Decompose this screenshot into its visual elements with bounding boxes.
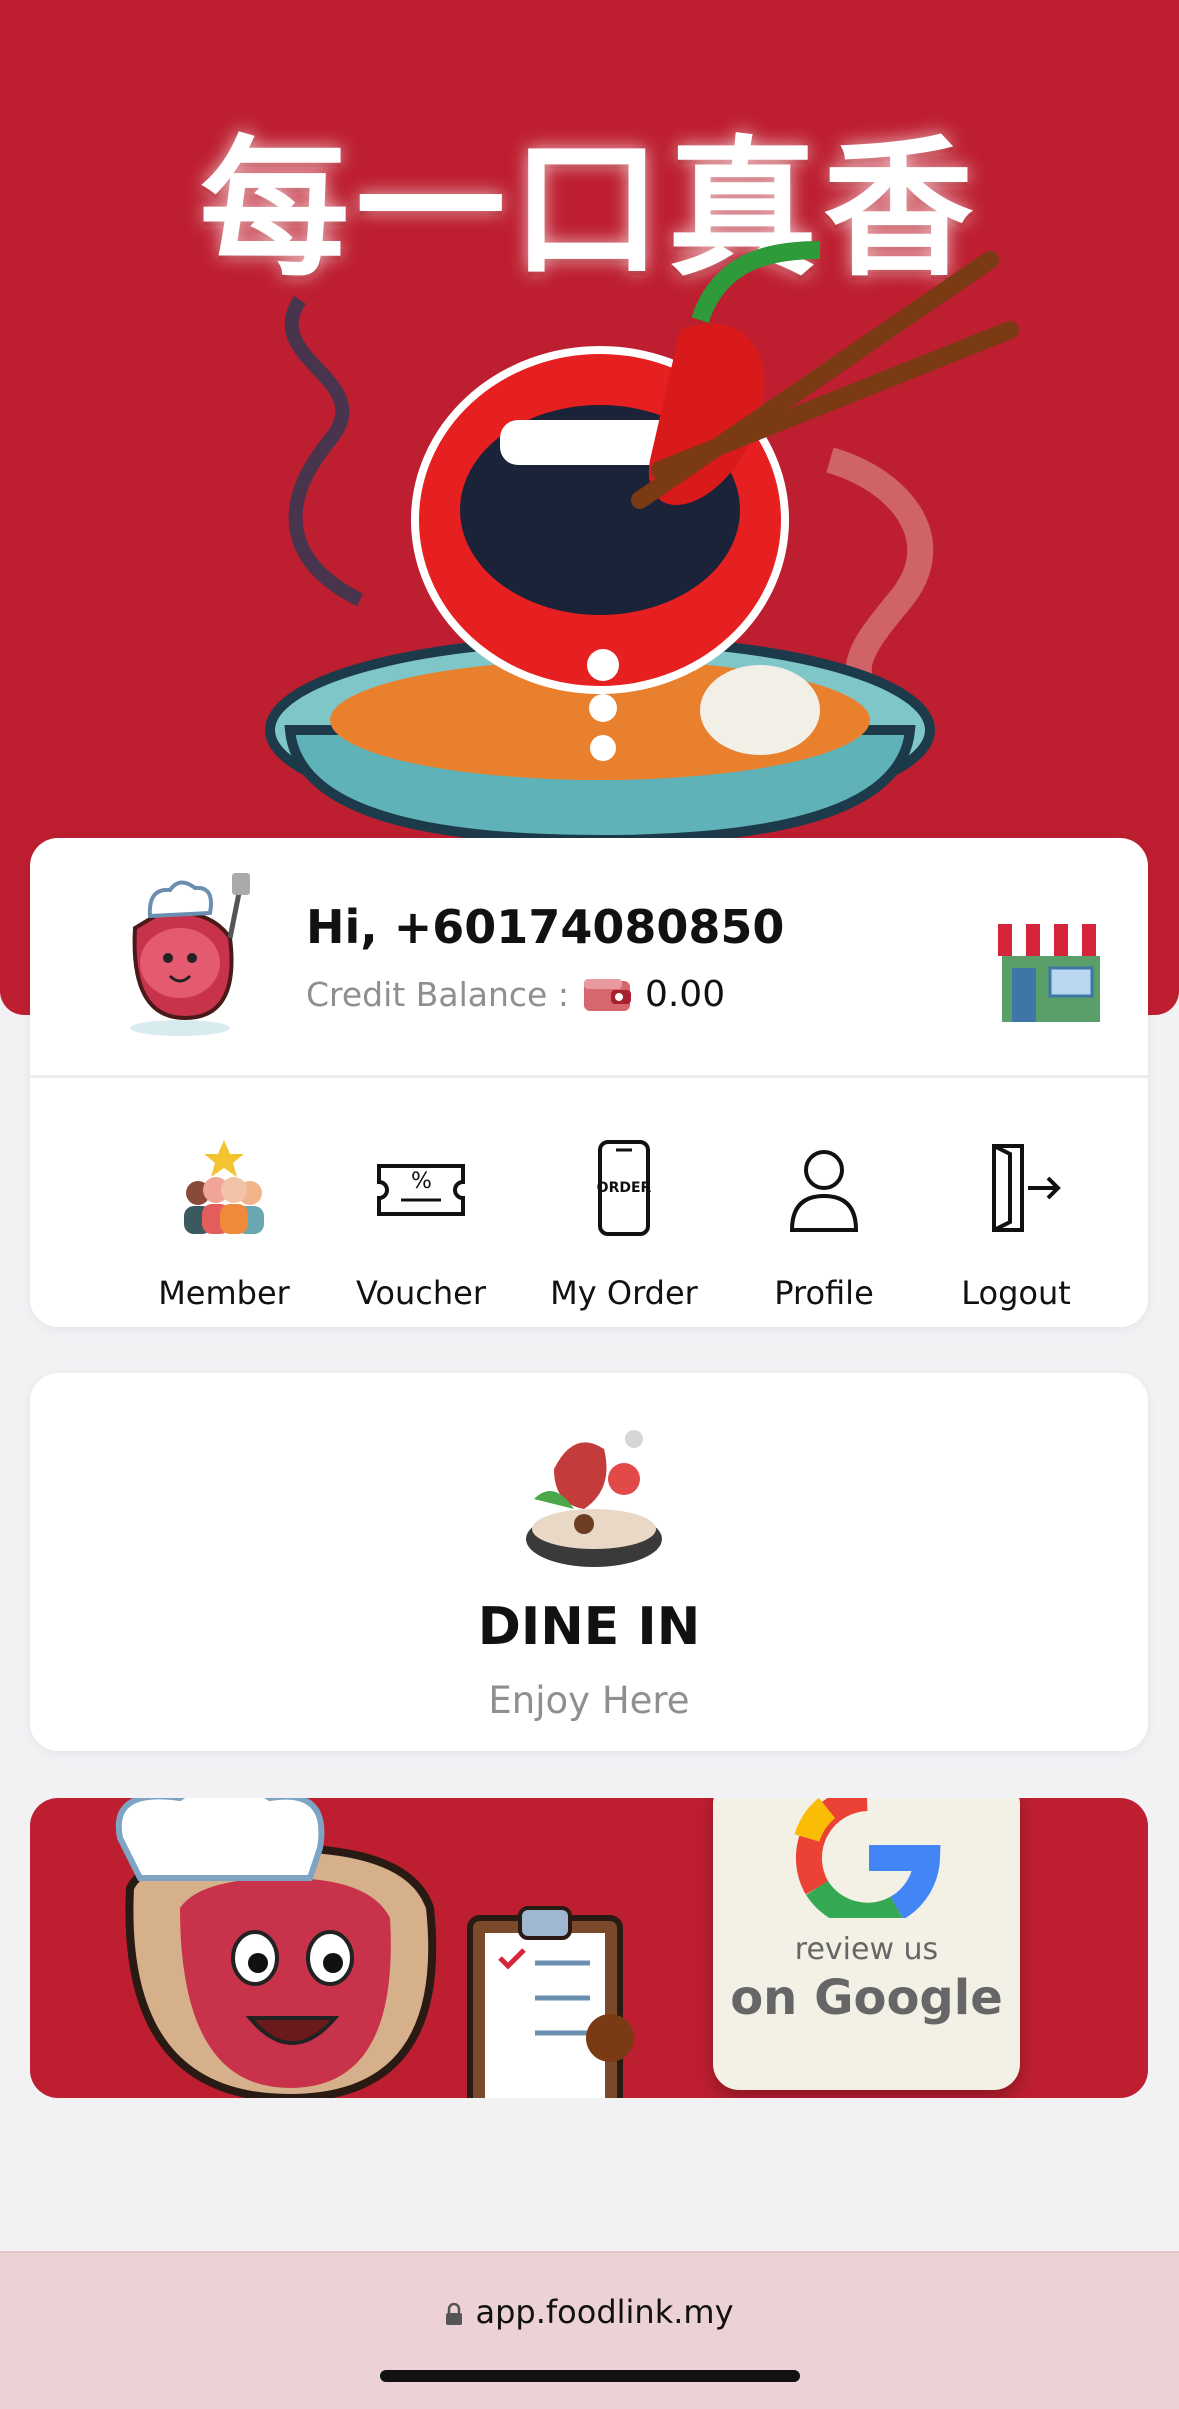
hotpot-ingredients-icon (526, 1430, 662, 1567)
google-review-card[interactable]: review us on Google (713, 1798, 1020, 2090)
google-logo-icon (794, 1798, 941, 1918)
menu-label-logout: Logout (961, 1274, 1071, 1312)
menu-label-profile: Profile (774, 1274, 874, 1312)
meat-chef-mascot (115, 1798, 634, 2098)
order-icon: ORDER (597, 1140, 652, 1236)
quick-menu: Member % Voucher ORDER My Order Profile (30, 1078, 1148, 1327)
on-google-text: on Google (730, 1970, 1003, 2026)
credit-value: 0.00 (644, 974, 726, 1015)
member-icon (184, 1140, 264, 1234)
menu-item-logout[interactable]: Logout (926, 1078, 1106, 1327)
user-card: Hi, +60174080850 Credit Balance : 0.00 M… (30, 838, 1148, 1327)
menu-label-my-order: My Order (550, 1274, 698, 1312)
greeting-text: Hi, +60174080850 (306, 900, 785, 954)
google-review-banner[interactable]: review us on Google (30, 1798, 1148, 2098)
wallet-icon (583, 978, 631, 1011)
credit-balance: Credit Balance : 0.00 (306, 974, 725, 1015)
menu-item-member[interactable]: Member (134, 1078, 314, 1327)
url-display[interactable]: app.foodlink.my (0, 2293, 1179, 2331)
store-icon[interactable] (996, 916, 1106, 1024)
browser-url-bar[interactable]: app.foodlink.my (0, 2251, 1179, 2409)
menu-label-voucher: Voucher (356, 1274, 486, 1312)
user-info: Hi, +60174080850 Credit Balance : 0.00 (30, 838, 1148, 1073)
credit-label: Credit Balance : (306, 975, 569, 1014)
meat-chef-avatar (130, 873, 250, 1036)
dine-in-card[interactable]: DINE IN Enjoy Here (30, 1373, 1148, 1751)
svg-text:%: % (411, 1169, 432, 1194)
voucher-icon: % (377, 1164, 465, 1216)
profile-icon (789, 1150, 859, 1232)
menu-label-member: Member (158, 1274, 290, 1312)
logout-icon (992, 1144, 1061, 1232)
order-icon-text: ORDER (597, 1180, 652, 1196)
review-us-text: review us (794, 1932, 939, 1967)
menu-item-voucher[interactable]: % Voucher (331, 1078, 511, 1327)
menu-item-my-order[interactable]: ORDER My Order (534, 1078, 714, 1327)
lock-icon (446, 2303, 463, 2325)
url-text: app.foodlink.my (475, 2293, 734, 2331)
dine-in-subtitle: Enjoy Here (488, 1679, 690, 1722)
dine-in-title: DINE IN (477, 1597, 701, 1657)
home-indicator[interactable] (380, 2370, 800, 2382)
menu-item-profile[interactable]: Profile (734, 1078, 914, 1327)
